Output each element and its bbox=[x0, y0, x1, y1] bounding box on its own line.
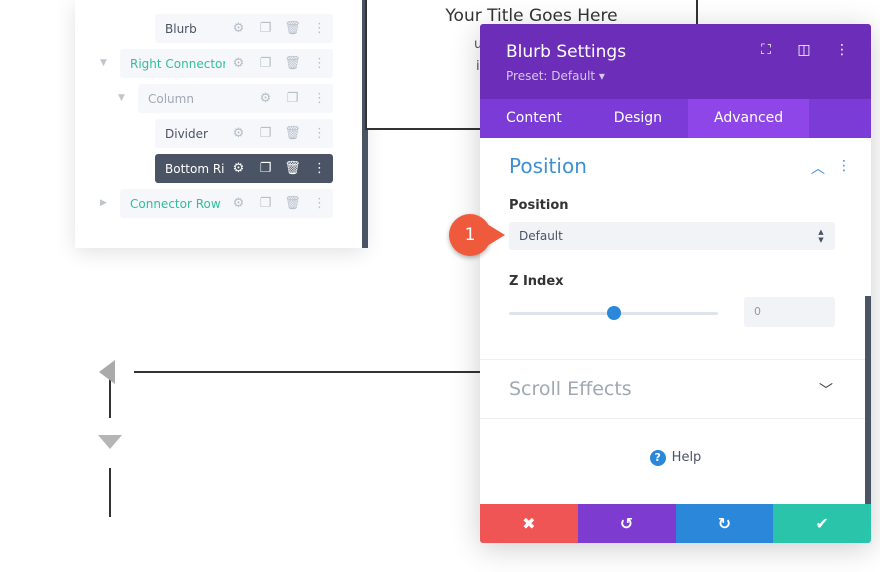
duplicate-icon[interactable]: ❐ bbox=[252, 21, 279, 36]
gear-icon[interactable]: ⚙ bbox=[225, 21, 252, 36]
chevron-up-icon[interactable]: ︿ bbox=[811, 158, 825, 178]
save-button[interactable]: ✔ bbox=[773, 504, 871, 543]
duplicate-icon[interactable]: ❐ bbox=[252, 161, 279, 176]
section-title-scroll-effects[interactable]: Scroll Effects bbox=[509, 378, 632, 400]
preset-dropdown[interactable]: Preset: Default ▾ bbox=[506, 69, 605, 83]
annotation-badge: 1 bbox=[449, 214, 505, 256]
blurb-settings-modal: Blurb Settings Preset: Default ▾ ⛶ ◫ ⋮ C… bbox=[480, 24, 871, 543]
more-icon[interactable]: ⋮ bbox=[306, 91, 333, 106]
modal-header: Blurb Settings Preset: Default ▾ ⛶ ◫ ⋮ bbox=[480, 24, 871, 99]
more-icon[interactable]: ⋮ bbox=[306, 196, 333, 211]
section-title-position[interactable]: Position bbox=[509, 154, 587, 178]
select-arrows-icon: ▲▼ bbox=[817, 228, 825, 244]
modal-title: Blurb Settings bbox=[506, 42, 627, 62]
more-icon[interactable]: ⋮ bbox=[306, 126, 333, 141]
duplicate-icon[interactable]: ❐ bbox=[252, 56, 279, 71]
modal-tabs: Content Design Advanced bbox=[480, 99, 871, 138]
zindex-slider[interactable] bbox=[509, 306, 718, 320]
gear-icon[interactable]: ⚙ bbox=[225, 56, 252, 71]
fullscreen-icon[interactable]: ⛶ bbox=[755, 42, 777, 58]
divider bbox=[480, 418, 871, 419]
chevron-down-icon[interactable]: ﹀ bbox=[819, 380, 833, 400]
slider-handle[interactable] bbox=[606, 306, 621, 320]
gear-icon[interactable]: ⚙ bbox=[225, 126, 252, 141]
layer-item[interactable]: Connector Row ⚙ ❐ 🗑 ⋮ bbox=[120, 189, 333, 218]
redo-button[interactable]: ↻ bbox=[675, 504, 774, 543]
position-select[interactable]: Default ▲▼ bbox=[509, 222, 835, 250]
help-icon: ? bbox=[649, 450, 666, 466]
zindex-label: Z Index bbox=[509, 274, 564, 289]
gear-icon[interactable]: ⚙ bbox=[225, 196, 252, 211]
layer-label: Blurb bbox=[165, 21, 197, 36]
layer-item[interactable]: Right Connector...⚙❐🗑⋮ bbox=[120, 49, 333, 78]
trash-icon[interactable]: 🗑 bbox=[279, 196, 306, 211]
expand-icon[interactable]: ▶ bbox=[100, 198, 107, 208]
section-more-icon[interactable]: ⋮ bbox=[837, 158, 851, 178]
gear-icon[interactable]: ⚙ bbox=[225, 161, 252, 176]
position-select-value: Default bbox=[519, 229, 563, 243]
layer-item[interactable]: Column ⚙ ❐ ⋮ bbox=[138, 84, 333, 113]
undo-button[interactable]: ↺ bbox=[577, 504, 676, 543]
position-label: Position bbox=[509, 198, 569, 213]
duplicate-icon[interactable]: ❐ bbox=[279, 91, 306, 106]
cancel-button[interactable]: ✖ bbox=[480, 504, 578, 543]
duplicate-icon[interactable]: ❐ bbox=[252, 126, 279, 141]
gear-icon[interactable]: ⚙ bbox=[252, 91, 279, 106]
zindex-input[interactable]: 0 bbox=[744, 297, 835, 327]
tab-design[interactable]: Design bbox=[588, 99, 688, 138]
tab-advanced[interactable]: Advanced bbox=[688, 99, 810, 138]
trash-icon[interactable]: 🗑 bbox=[279, 126, 306, 141]
layer-label: Divider bbox=[165, 126, 208, 141]
divider bbox=[480, 359, 871, 360]
more-options-icon[interactable]: ⋮ bbox=[831, 42, 853, 58]
arrow-down-icon bbox=[98, 435, 122, 449]
trash-icon[interactable]: 🗑 bbox=[279, 161, 306, 176]
layer-item[interactable]: Bottom Ri...⚙❐🗑⋮ bbox=[155, 154, 333, 183]
divider-line bbox=[109, 468, 111, 517]
help-button[interactable]: ? Help bbox=[480, 450, 871, 466]
layer-label: Right Connector... bbox=[130, 56, 225, 71]
collapse-icon[interactable]: ▼ bbox=[100, 58, 107, 68]
split-view-icon[interactable]: ◫ bbox=[793, 42, 815, 58]
layer-item[interactable]: Blurb ⚙ ❐ 🗑 ⋮ bbox=[155, 14, 333, 43]
divider-line bbox=[134, 371, 484, 373]
layer-label: Bottom Ri... bbox=[165, 161, 225, 176]
trash-icon[interactable]: 🗑 bbox=[279, 21, 306, 36]
trash-icon[interactable]: 🗑 bbox=[279, 56, 306, 71]
arrow-left-icon bbox=[99, 360, 115, 384]
collapse-icon[interactable]: ▼ bbox=[118, 93, 125, 103]
more-icon[interactable]: ⋮ bbox=[306, 161, 333, 176]
modal-scrollbar[interactable] bbox=[865, 296, 871, 504]
tab-content[interactable]: Content bbox=[480, 99, 588, 138]
layer-item[interactable]: Divider ⚙ ❐ 🗑 ⋮ bbox=[155, 119, 333, 148]
layer-label: Column bbox=[148, 91, 194, 106]
duplicate-icon[interactable]: ❐ bbox=[252, 196, 279, 211]
layer-label: Connector Row bbox=[130, 196, 221, 211]
more-icon[interactable]: ⋮ bbox=[306, 21, 333, 36]
help-label: Help bbox=[671, 450, 702, 465]
more-icon[interactable]: ⋮ bbox=[306, 56, 333, 71]
blurb-title: Your Title Goes Here bbox=[445, 6, 618, 26]
